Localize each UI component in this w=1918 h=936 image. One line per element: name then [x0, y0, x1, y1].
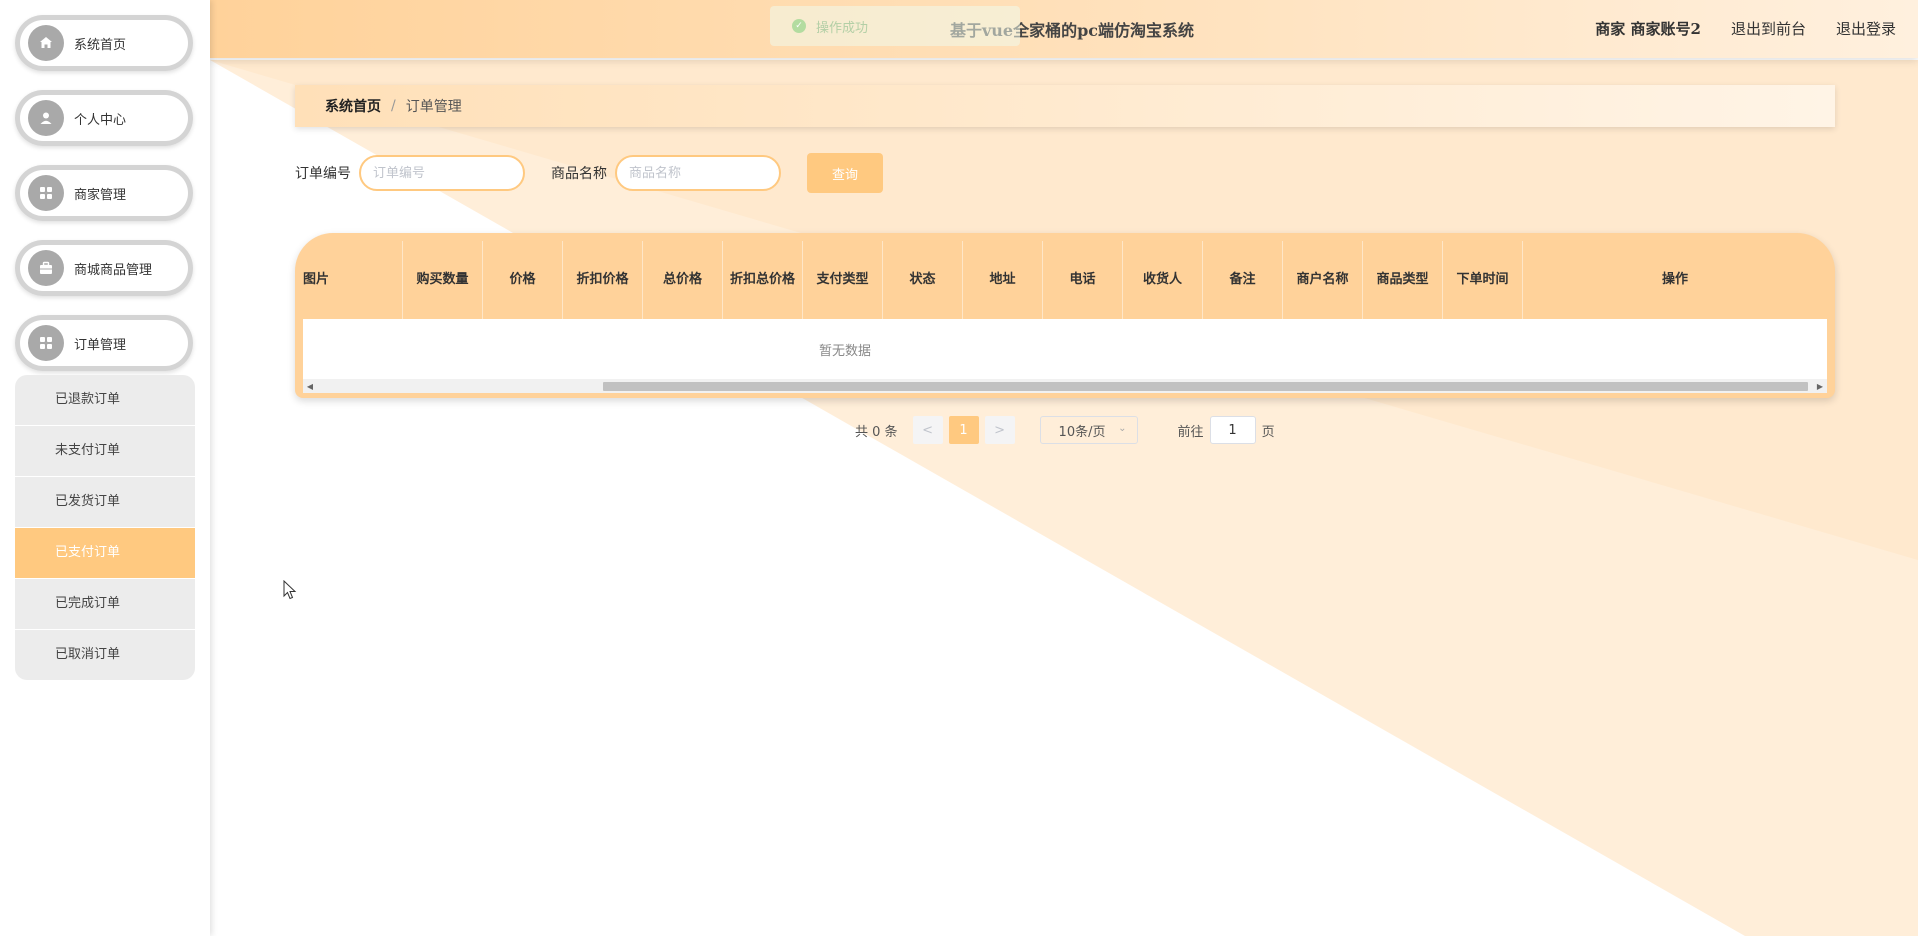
user-icon: [28, 100, 64, 136]
sidebar-item-label: 商城商品管理: [74, 262, 153, 278]
grid-icon: [28, 325, 64, 361]
background-decoration: [210, 60, 1918, 936]
goto-page-input[interactable]: [1209, 416, 1256, 444]
column-header[interactable]: 地址: [963, 241, 1043, 319]
column-header[interactable]: 状态: [883, 241, 963, 319]
sidebar-item-profile[interactable]: 个人中心: [15, 90, 193, 146]
sidebar-item-merchant[interactable]: 商家管理: [15, 165, 193, 221]
mouse-cursor-icon: [283, 580, 297, 600]
breadcrumb-separator: /: [391, 98, 396, 114]
breadcrumb-current: 订单管理: [405, 99, 462, 115]
column-header[interactable]: 折扣价格: [563, 241, 643, 319]
pagination: 共 0 条 < 1 > 10条/页 ⌄ 前往 页: [855, 416, 1275, 444]
submenu-shipped-orders[interactable]: 已发货订单: [15, 477, 195, 528]
briefcase-icon: [28, 250, 64, 286]
grid-icon: [28, 175, 64, 211]
product-name-label: 商品名称: [551, 166, 607, 182]
page-number-current[interactable]: 1: [948, 416, 979, 444]
column-header[interactable]: 支付类型: [803, 241, 883, 319]
current-user: 商家 商家账号2: [1595, 20, 1701, 38]
column-header[interactable]: 总价格: [643, 241, 723, 319]
top-header: 基于vue全家桶的pc端仿淘宝系统 商家 商家账号2 退出到前台 退出登录: [210, 0, 1918, 58]
column-header[interactable]: 收货人: [1123, 241, 1203, 319]
submenu-completed-orders[interactable]: 已完成订单: [15, 579, 195, 630]
column-header[interactable]: 操作: [1523, 241, 1827, 319]
prev-page-button[interactable]: <: [912, 416, 943, 444]
query-button[interactable]: 查询: [807, 153, 883, 193]
column-header[interactable]: 商户名称: [1283, 241, 1363, 319]
column-header[interactable]: 图片: [303, 241, 403, 319]
table-header: 图片 购买数量 价格 折扣价格 总价格 折扣总价格 支付类型 状态 地址 电话 …: [303, 241, 1827, 319]
page-size-value: 10条/页: [1058, 424, 1106, 440]
scroll-left-icon[interactable]: ◀: [303, 379, 317, 393]
breadcrumb: 系统首页 / 订单管理: [295, 85, 1835, 127]
page-unit-label: 页: [1261, 424, 1275, 440]
sidebar-item-label: 商家管理: [74, 187, 127, 203]
submenu-paid-orders[interactable]: 已支付订单: [15, 528, 195, 579]
sidebar-item-label: 订单管理: [74, 337, 127, 353]
order-table: 图片 购买数量 价格 折扣价格 总价格 折扣总价格 支付类型 状态 地址 电话 …: [295, 233, 1835, 398]
search-bar: 订单编号 商品名称 查询: [295, 153, 883, 193]
column-header[interactable]: 折扣总价格: [723, 241, 803, 319]
goto-label: 前往: [1177, 424, 1204, 440]
page-size-select[interactable]: 10条/页 ⌄: [1039, 416, 1138, 444]
success-toast: ✓ 操作成功: [770, 6, 1020, 46]
order-submenu: 已退款订单 未支付订单 已发货订单 已支付订单 已完成订单 已取消订单: [15, 375, 195, 680]
column-header[interactable]: 备注: [1203, 241, 1283, 319]
scrollbar-thumb[interactable]: [603, 382, 1808, 391]
horizontal-scrollbar[interactable]: ◀ ▶: [303, 379, 1827, 393]
sidebar: 系统首页 个人中心 商家管理 商城商品管理 订单管理 已退款订单 未支付订单 已…: [0, 0, 210, 936]
sidebar-item-home[interactable]: 系统首页: [15, 15, 193, 71]
back-to-front-link[interactable]: 退出到前台: [1731, 18, 1806, 39]
submenu-cancelled-orders[interactable]: 已取消订单: [15, 630, 195, 680]
empty-state-text: 暂无数据: [818, 343, 871, 359]
table-body: 暂无数据: [303, 319, 1827, 379]
column-header[interactable]: 购买数量: [403, 241, 483, 319]
home-icon: [28, 25, 64, 61]
submenu-refunded-orders[interactable]: 已退款订单: [15, 375, 195, 426]
check-circle-icon: ✓: [792, 19, 806, 33]
sidebar-item-products[interactable]: 商城商品管理: [15, 240, 193, 296]
scroll-right-icon[interactable]: ▶: [1813, 379, 1827, 393]
order-no-label: 订单编号: [295, 166, 351, 182]
column-header[interactable]: 电话: [1043, 241, 1123, 319]
breadcrumb-home[interactable]: 系统首页: [325, 96, 381, 116]
next-page-button[interactable]: >: [984, 416, 1015, 444]
product-name-input[interactable]: [615, 155, 781, 191]
order-no-input[interactable]: [359, 155, 525, 191]
column-header[interactable]: 下单时间: [1443, 241, 1523, 319]
chevron-down-icon: ⌄: [1118, 423, 1127, 434]
total-count: 共 0 条: [855, 424, 898, 440]
column-header[interactable]: 商品类型: [1363, 241, 1443, 319]
submenu-unpaid-orders[interactable]: 未支付订单: [15, 426, 195, 477]
sidebar-item-orders[interactable]: 订单管理: [15, 315, 193, 371]
toast-message: 操作成功: [816, 20, 869, 36]
column-header[interactable]: 价格: [483, 241, 563, 319]
sidebar-item-label: 个人中心: [74, 112, 127, 128]
logout-link[interactable]: 退出登录: [1836, 18, 1896, 39]
sidebar-item-label: 系统首页: [74, 37, 127, 53]
